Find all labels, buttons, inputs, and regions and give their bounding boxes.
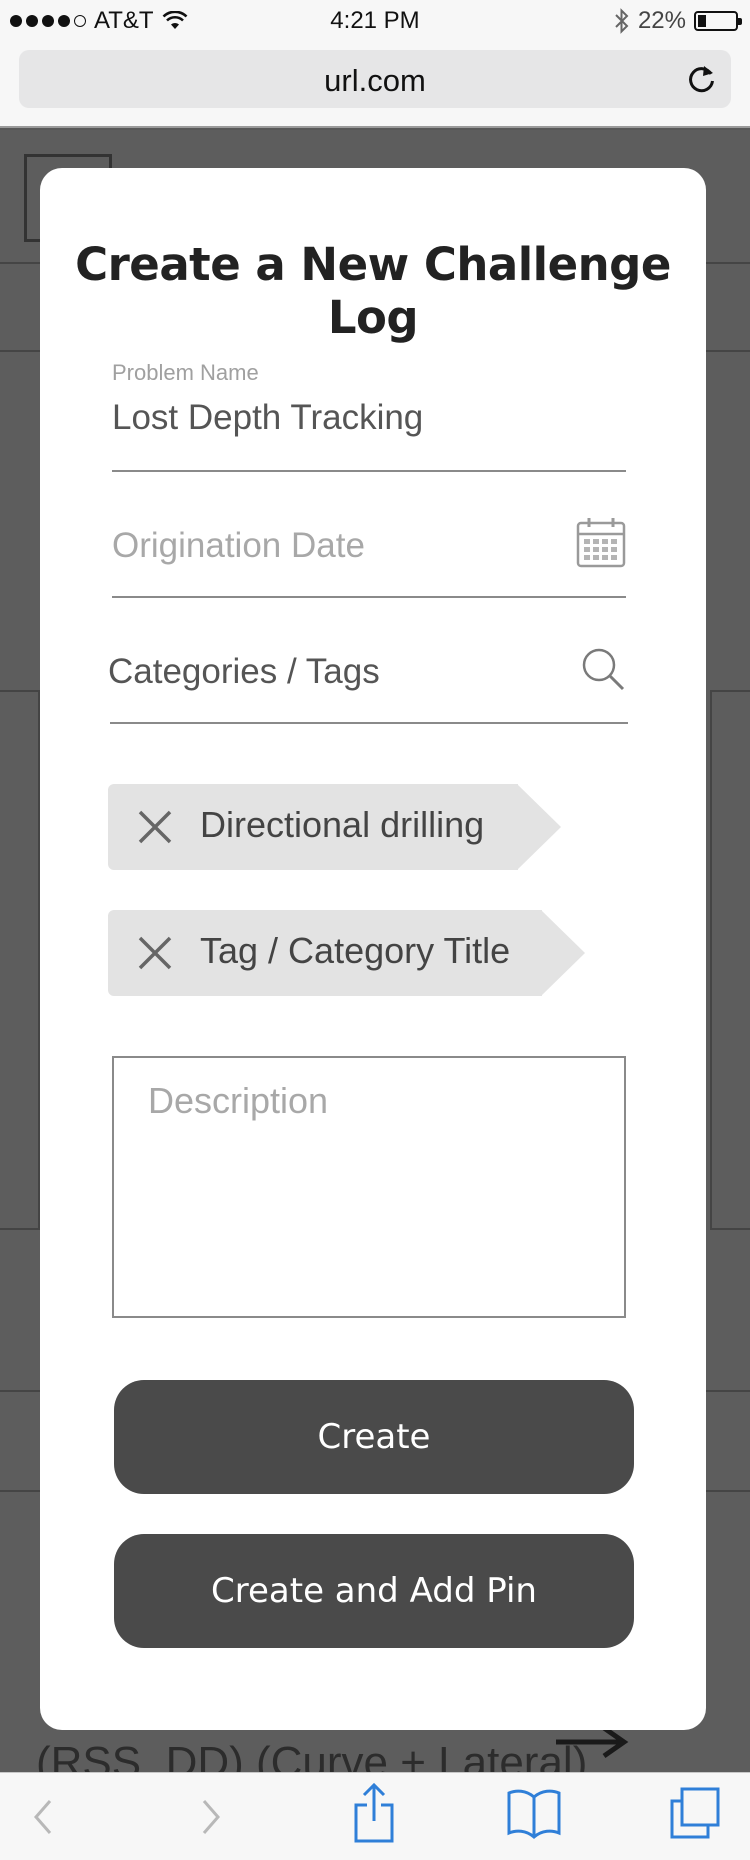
forward-icon[interactable] xyxy=(196,1787,226,1847)
problem-name-label: Problem Name xyxy=(112,360,259,385)
modal-title: Create a New Challenge Log xyxy=(75,238,671,344)
create-button[interactable]: Create xyxy=(114,1380,634,1494)
tag-chip: Directional drilling xyxy=(108,784,561,870)
back-icon[interactable] xyxy=(28,1787,58,1847)
close-icon[interactable] xyxy=(134,932,176,974)
bluetooth-icon xyxy=(615,8,629,34)
bg-map-edge xyxy=(710,690,750,1230)
battery-icon xyxy=(694,11,742,31)
search-icon[interactable] xyxy=(580,646,626,692)
tag-label: Tag / Category Title xyxy=(200,930,511,971)
bg-map-edge xyxy=(0,690,40,1230)
description-placeholder: Description xyxy=(148,1080,329,1121)
create-and-add-pin-button[interactable]: Create and Add Pin xyxy=(114,1534,634,1648)
url-text[interactable]: url.com xyxy=(19,63,731,99)
status-right: 22% xyxy=(614,7,742,35)
problem-name-value[interactable]: Lost Depth Tracking xyxy=(112,398,423,438)
address-bar[interactable]: url.com xyxy=(19,50,731,108)
tabs-icon[interactable] xyxy=(668,1785,722,1841)
problem-name-field[interactable]: Problem Name Lost Depth Tracking xyxy=(112,358,626,472)
create-challenge-modal: Create a New Challenge Log Problem Name … xyxy=(40,168,706,1730)
description-textarea[interactable]: Description xyxy=(112,1056,626,1318)
tag-chip: Tag / Category Title xyxy=(108,910,585,996)
reload-icon[interactable] xyxy=(687,62,717,94)
origination-date-field[interactable]: Origination Date xyxy=(112,498,626,598)
calendar-icon[interactable] xyxy=(576,516,626,568)
share-icon[interactable] xyxy=(352,1781,396,1845)
close-icon[interactable] xyxy=(134,806,176,848)
origination-date-placeholder: Origination Date xyxy=(112,526,365,565)
battery-percent: 22% xyxy=(637,7,686,34)
categories-text[interactable]: Categories / Tags xyxy=(108,652,380,692)
status-bar: AT&T 4:21 PM 22% xyxy=(0,0,750,40)
browser-chrome: url.com xyxy=(0,40,750,128)
browser-toolbar xyxy=(0,1772,750,1860)
categories-search-field[interactable]: Categories / Tags xyxy=(108,624,628,724)
bookmarks-icon[interactable] xyxy=(506,1787,562,1839)
tag-label: Directional drilling xyxy=(200,804,485,845)
